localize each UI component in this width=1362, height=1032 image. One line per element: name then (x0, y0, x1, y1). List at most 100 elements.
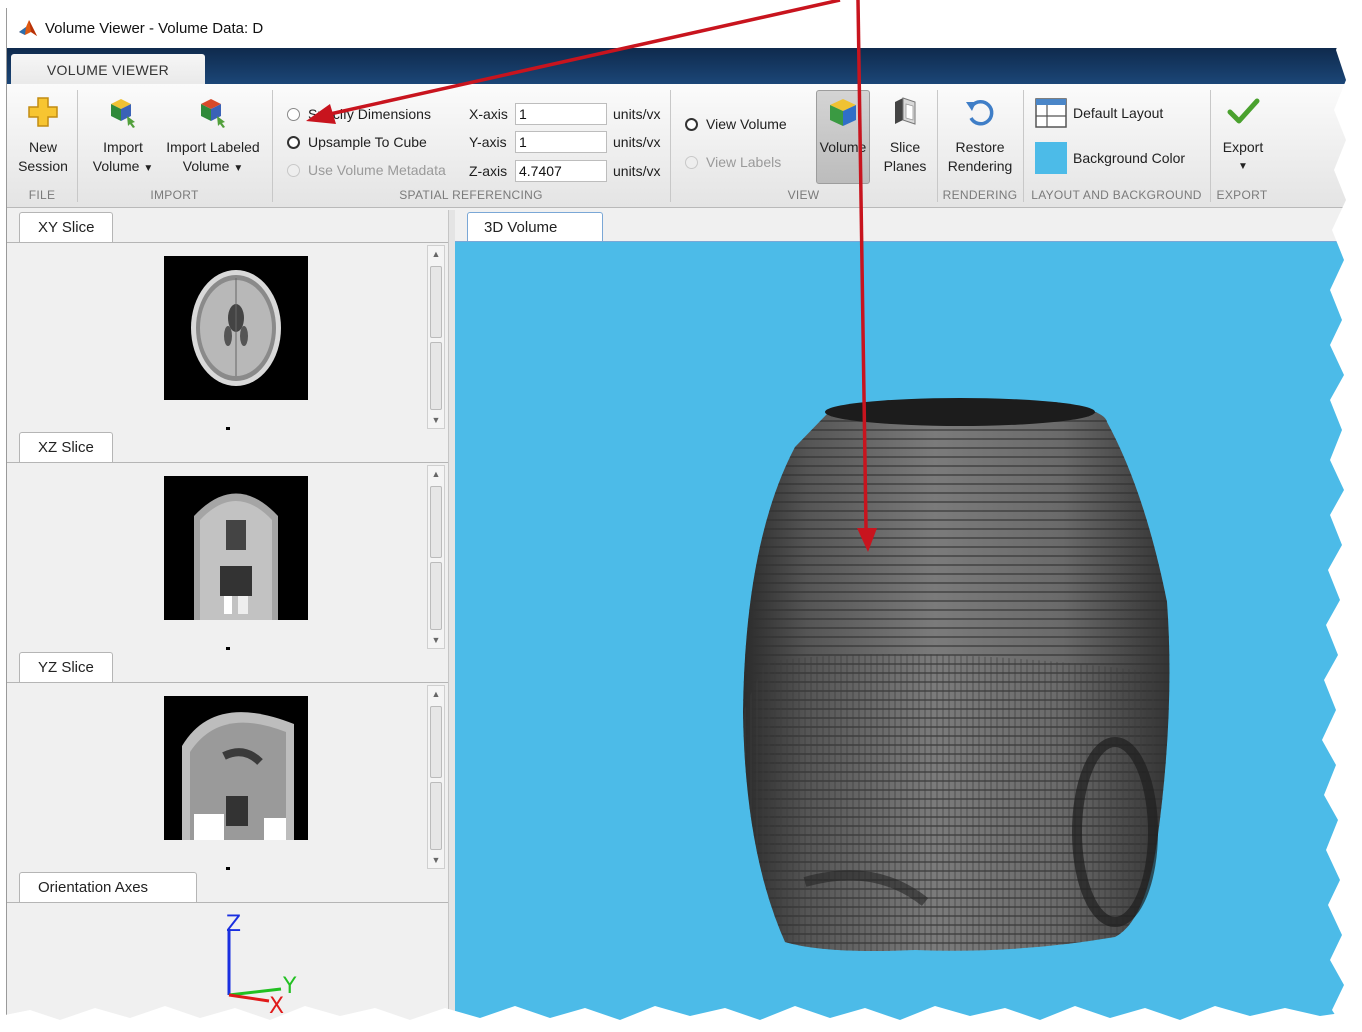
import-volume-icon (111, 99, 135, 128)
volume-button-label: Volume (819, 139, 867, 155)
radio-selected-icon (287, 135, 300, 149)
background-color-label: Background Color (1073, 150, 1186, 166)
y-axis-label: Y-axis (469, 134, 507, 150)
radio-disabled-icon (287, 163, 300, 177)
tab-yz-slice[interactable]: YZ Slice (19, 652, 113, 682)
view-volume-label: View Volume (706, 116, 787, 132)
file-group-label: FILE (28, 188, 56, 202)
ribbon: New Session FILE Import Volume ▼ Import … (7, 84, 1346, 208)
volume-viewer-window: Volume Viewer - Volume Data: D VOLUME VI… (6, 8, 1346, 1022)
new-session-label-1: New (28, 139, 57, 155)
specify-dimensions-label: Specify Dimensions (308, 106, 431, 122)
use-volume-metadata-radio[interactable]: Use Volume Metadata (287, 162, 446, 178)
slice-planes-label-2: Planes (883, 158, 927, 174)
scroll-thumb[interactable] (430, 706, 442, 778)
volume-render (743, 398, 1170, 951)
import-volume-button[interactable]: Import Volume ▼ (87, 94, 159, 178)
x-axis-field[interactable] (515, 103, 607, 125)
rendering-group-label: RENDERING (942, 188, 1018, 202)
panel-splitter[interactable] (448, 210, 455, 1022)
scroll-thumb-lower (430, 562, 442, 630)
plus-icon (28, 97, 58, 127)
orientation-axes-panel: Orientation Axes Z Y X (7, 870, 448, 1022)
view-volume-radio[interactable]: View Volume (685, 116, 787, 132)
volume-3d-canvas[interactable] (455, 241, 1346, 1022)
use-volume-metadata-label: Use Volume Metadata (308, 162, 446, 178)
import-labeled-volume-button[interactable]: Import Labeled Volume ▼ (163, 94, 263, 178)
upsample-to-cube-label: Upsample To Cube (308, 134, 427, 150)
matlab-logo-icon (19, 20, 37, 36)
radio-icon (287, 107, 300, 121)
tab-xz-slice[interactable]: XZ Slice (19, 432, 113, 462)
y-axis-row: Y-axis units/vx (469, 131, 660, 153)
restore-rendering-label-1: Restore (955, 139, 1005, 155)
x-axis-unit: units/vx (613, 106, 661, 122)
xy-slice-image (164, 256, 308, 400)
export-label: Export (1222, 139, 1264, 155)
slice-planes-label-1: Slice (889, 139, 921, 155)
import-volume-label-1: Import (103, 139, 143, 155)
tab-3d-volume[interactable]: 3D Volume (467, 212, 603, 242)
x-axis-label: X-axis (469, 106, 508, 122)
title-bar: Volume Viewer - Volume Data: D (7, 8, 1346, 48)
background-color-swatch (1035, 142, 1067, 174)
orientation-axes-gizmo: Z Y X (226, 912, 297, 1019)
yz-slice-panel: YZ Slice ▲ ▼ (7, 650, 448, 871)
volume-3d-panel: 3D Volume (455, 210, 1346, 1022)
toolstrip-tab-bar: VOLUME VIEWER (7, 48, 1346, 85)
xz-slice-image (164, 476, 308, 620)
background-color-button[interactable]: Background Color (1035, 142, 1185, 174)
restore-rendering-button[interactable]: Restore Rendering (943, 94, 1017, 176)
scroll-down-icon[interactable]: ▼ (428, 412, 444, 428)
tab-orientation-axes[interactable]: Orientation Axes (19, 872, 197, 902)
scroll-down-icon[interactable]: ▼ (428, 852, 444, 868)
scroll-thumb-lower (430, 342, 442, 410)
upsample-to-cube-radio[interactable]: Upsample To Cube (287, 134, 427, 150)
tab-xy-slice[interactable]: XY Slice (19, 212, 114, 242)
specify-dimensions-radio[interactable]: Specify Dimensions (287, 106, 431, 122)
view-group-label: VIEW (787, 188, 820, 202)
export-button[interactable]: Export ▼ (1215, 94, 1271, 176)
xy-scrollbar[interactable]: ▲ ▼ (427, 245, 445, 429)
z-axis-row: Z-axis units/vx (469, 160, 660, 182)
new-session-label-2: Session (18, 158, 68, 174)
x-axis-row: X-axis units/vx (469, 103, 660, 125)
yz-slice-image (164, 696, 308, 840)
z-axis-unit: units/vx (613, 163, 661, 179)
dropdown-caret-icon: ▼ (143, 163, 154, 174)
scroll-thumb-lower (430, 782, 442, 850)
scroll-thumb[interactable] (430, 486, 442, 558)
view-labels-label: View Labels (706, 154, 782, 170)
scroll-up-icon[interactable]: ▲ (428, 686, 444, 702)
radio-selected-icon (685, 117, 698, 131)
view-labels-radio[interactable]: View Labels (685, 154, 781, 170)
y-axis-field[interactable] (515, 131, 607, 153)
xy-slice-panel: XY Slice ▲ ▼ (7, 210, 448, 431)
y-axis-unit: units/vx (613, 134, 661, 150)
yz-scrollbar[interactable]: ▲ ▼ (427, 685, 445, 869)
import-labeled-label-1: Import Labeled (166, 139, 260, 155)
default-layout-label: Default Layout (1073, 105, 1164, 121)
scroll-up-icon[interactable]: ▲ (428, 246, 444, 262)
xz-scrollbar[interactable]: ▲ ▼ (427, 465, 445, 649)
y-axis-letter: Y (282, 974, 297, 999)
volume-button[interactable]: Volume (816, 94, 870, 157)
export-group-label: EXPORT (1216, 188, 1268, 202)
restore-icon (966, 100, 994, 126)
volume-cube-icon (830, 99, 856, 126)
z-axis-field[interactable] (515, 160, 607, 182)
layout-grid-icon (1035, 98, 1067, 128)
layout-group-label: LAYOUT AND BACKGROUND (1031, 188, 1202, 202)
xz-slice-panel: XZ Slice ▲ ▼ (7, 430, 448, 651)
scroll-up-icon[interactable]: ▲ (428, 466, 444, 482)
default-layout-button[interactable]: Default Layout (1035, 98, 1163, 128)
slice-planes-button[interactable]: Slice Planes (877, 94, 933, 176)
tab-volume-viewer[interactable]: VOLUME VIEWER (11, 54, 205, 85)
import-volume-label-2: Volume ▼ (92, 158, 154, 174)
new-session-button[interactable]: New Session (15, 94, 71, 176)
z-axis-label: Z-axis (469, 163, 508, 179)
scroll-thumb[interactable] (430, 266, 442, 338)
import-group-label: IMPORT (150, 188, 199, 202)
scroll-down-icon[interactable]: ▼ (428, 632, 444, 648)
radio-disabled-icon (685, 155, 698, 169)
